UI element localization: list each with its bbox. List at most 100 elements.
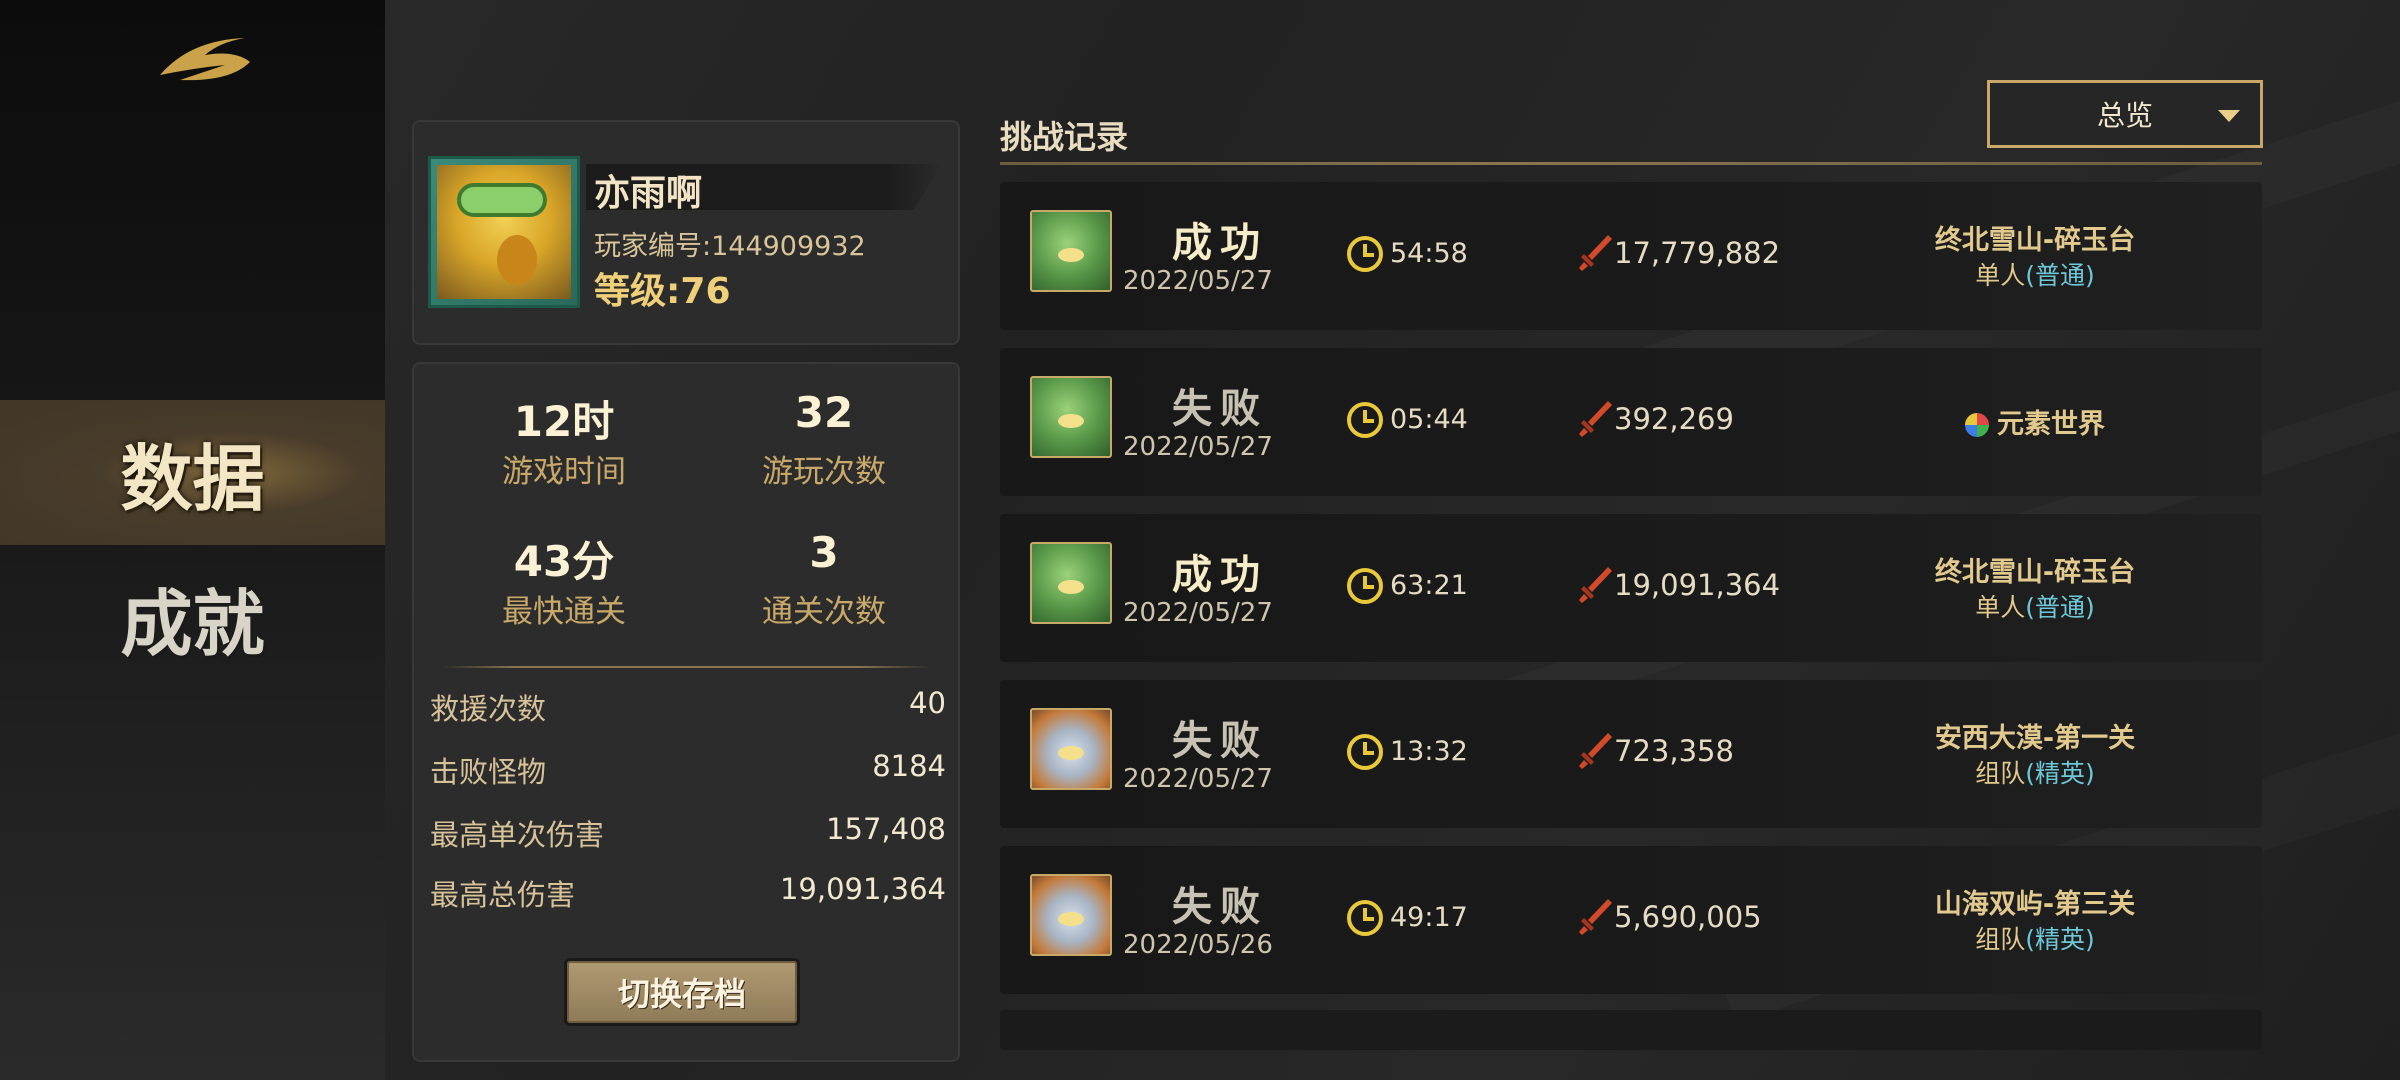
records-title: 挑战记录 bbox=[1000, 118, 1129, 156]
record-character-avatar bbox=[1030, 542, 1112, 624]
clock-icon bbox=[1347, 900, 1383, 936]
sword-icon bbox=[1579, 235, 1612, 271]
player-avatar bbox=[428, 156, 580, 308]
record-time: 13:32 bbox=[1390, 736, 1468, 767]
sidebar-item-label: 成就 bbox=[120, 581, 265, 666]
record-time: 54:58 bbox=[1390, 238, 1468, 269]
stat-label: 游玩次数 bbox=[762, 454, 886, 490]
record-mode: 单人(普通) bbox=[1900, 256, 2170, 292]
record-character-avatar bbox=[1030, 874, 1112, 956]
record-result: 失败 bbox=[1172, 884, 1268, 930]
record-stage: 安西大漠-第一关 bbox=[1934, 723, 2136, 754]
clock-icon bbox=[1347, 568, 1383, 604]
stat-row-value: 19,091,364 bbox=[779, 872, 946, 906]
element-world-icon bbox=[1965, 413, 1989, 437]
record-result: 成功 bbox=[1172, 220, 1268, 266]
record-date: 2022/05/27 bbox=[1123, 432, 1273, 462]
record-row-partial bbox=[1000, 1010, 2262, 1050]
record-character-avatar bbox=[1030, 708, 1112, 790]
sword-icon bbox=[1579, 733, 1612, 769]
record-mode: 组队(精英) bbox=[1900, 920, 2170, 956]
clock-icon bbox=[1347, 734, 1383, 770]
sidebar-item-data[interactable]: 数据 bbox=[0, 400, 385, 545]
record-time: 49:17 bbox=[1390, 902, 1468, 933]
chevron-down-icon bbox=[2218, 110, 2240, 122]
record-damage: 392,269 bbox=[1614, 402, 1734, 436]
record-time: 05:44 bbox=[1390, 404, 1468, 435]
record-world-label: 元素世界 bbox=[1997, 409, 2105, 440]
sidebar-item-achievements[interactable]: 成就 bbox=[0, 545, 385, 690]
stat-value: 32 bbox=[794, 388, 854, 437]
record-character-avatar bbox=[1030, 210, 1112, 292]
record-date: 2022/05/27 bbox=[1123, 266, 1273, 296]
record-mode-prefix: 单人 bbox=[1975, 593, 2026, 622]
record-character-avatar bbox=[1030, 376, 1112, 458]
record-damage: 19,091,364 bbox=[1614, 568, 1781, 602]
record-mode: 单人(普通) bbox=[1900, 588, 2170, 624]
record-row[interactable]: 成功 2022/05/27 63:21 19,091,364 终北雪山-碎玉台 … bbox=[1000, 514, 2262, 662]
record-date: 2022/05/27 bbox=[1123, 598, 1273, 628]
stat-value: 43分 bbox=[513, 537, 615, 586]
stat-row-value: 8184 bbox=[872, 749, 946, 783]
stat-row-value: 40 bbox=[909, 686, 946, 720]
record-stage: 终北雪山-碎玉台 bbox=[1934, 557, 2136, 588]
stat-label: 通关次数 bbox=[762, 594, 886, 630]
sword-icon bbox=[1579, 899, 1612, 935]
record-result: 失败 bbox=[1172, 386, 1268, 432]
record-row[interactable]: 失败 2022/05/27 05:44 392,269 元素世界 bbox=[1000, 348, 2262, 496]
stat-row-value: 157,408 bbox=[826, 812, 946, 846]
record-mode-prefix: 组队 bbox=[1975, 925, 2026, 954]
record-mode-difficulty: (精英) bbox=[2025, 925, 2095, 954]
record-mode-difficulty: (普通) bbox=[2025, 593, 2095, 622]
record-mode: 组队(精英) bbox=[1900, 754, 2170, 790]
record-row[interactable]: 失败 2022/05/27 13:32 723,358 安西大漠-第一关 组队(… bbox=[1000, 680, 2262, 828]
avatar-image bbox=[437, 165, 571, 299]
stat-row-key: 最高单次伤害 bbox=[430, 818, 605, 852]
stat-row-rescues: 救援次数 40 bbox=[430, 686, 946, 728]
stat-clear-count: 3 通关次数 bbox=[704, 528, 944, 631]
dropdown-selected-value: 总览 bbox=[2096, 99, 2153, 132]
sword-icon bbox=[1579, 401, 1612, 437]
clock-icon bbox=[1347, 402, 1383, 438]
stat-label: 最快通关 bbox=[502, 594, 626, 630]
record-row[interactable]: 成功 2022/05/27 54:58 17,779,882 终北雪山-碎玉台 … bbox=[1000, 182, 2262, 330]
stat-value: 3 bbox=[809, 528, 839, 577]
stat-row-monsters: 击败怪物 8184 bbox=[430, 749, 946, 791]
stat-play-time: 12时 游戏时间 bbox=[444, 388, 684, 491]
clock-icon bbox=[1347, 236, 1383, 272]
record-time: 63:21 bbox=[1390, 570, 1468, 601]
record-result: 失败 bbox=[1172, 718, 1268, 764]
records-divider bbox=[1000, 162, 2262, 165]
player-id: 玩家编号:144909932 bbox=[594, 231, 866, 262]
record-row[interactable]: 失败 2022/05/26 49:17 5,690,005 山海双屿-第三关 组… bbox=[1000, 846, 2262, 994]
switch-save-button[interactable]: 切换存档 bbox=[564, 958, 800, 1026]
game-logo-icon bbox=[160, 38, 250, 81]
record-mode-prefix: 单人 bbox=[1975, 261, 2026, 290]
record-stage: 终北雪山-碎玉台 bbox=[1934, 225, 2136, 256]
record-damage: 17,779,882 bbox=[1614, 236, 1781, 270]
sidebar: 数据 成就 bbox=[0, 0, 385, 1080]
player-level: 等级:76 bbox=[594, 271, 731, 312]
stat-row-key: 救援次数 bbox=[430, 692, 547, 726]
record-date: 2022/05/26 bbox=[1123, 930, 1273, 960]
stats-card: 12时 游戏时间 32 游玩次数 43分 最快通关 3 通关次数 救援次数 40… bbox=[412, 362, 960, 1062]
sword-icon bbox=[1579, 567, 1612, 603]
stat-play-count: 32 游玩次数 bbox=[704, 388, 944, 491]
record-world: 元素世界 bbox=[1900, 402, 2170, 441]
record-mode-difficulty: (精英) bbox=[2025, 759, 2095, 788]
stat-row-max-total-damage: 最高总伤害 19,091,364 bbox=[430, 872, 946, 914]
record-damage: 5,690,005 bbox=[1614, 900, 1762, 934]
record-date: 2022/05/27 bbox=[1123, 764, 1273, 794]
record-mode-prefix: 组队 bbox=[1975, 759, 2026, 788]
stat-fastest-clear: 43分 最快通关 bbox=[444, 528, 684, 631]
stat-row-key: 最高总伤害 bbox=[430, 878, 576, 912]
record-mode-difficulty: (普通) bbox=[2025, 261, 2095, 290]
sidebar-item-label: 数据 bbox=[120, 436, 265, 521]
stat-label: 游戏时间 bbox=[502, 454, 626, 490]
player-name: 亦雨啊 bbox=[594, 173, 703, 214]
record-damage: 723,358 bbox=[1614, 734, 1734, 768]
stat-row-key: 击败怪物 bbox=[430, 755, 547, 789]
stats-divider bbox=[442, 666, 932, 668]
records-filter-dropdown[interactable]: 总览 bbox=[1987, 80, 2263, 148]
record-stage: 山海双屿-第三关 bbox=[1934, 889, 2136, 920]
